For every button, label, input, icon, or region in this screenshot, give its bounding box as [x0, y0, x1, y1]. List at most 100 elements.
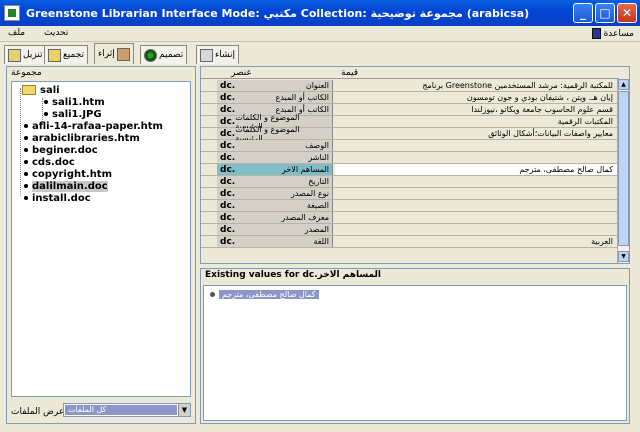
value-cell[interactable]	[335, 140, 617, 151]
download-icon	[8, 48, 21, 62]
value-cell[interactable]	[335, 212, 617, 223]
list-item[interactable]: كمال صالح مصطفى، مترجم	[210, 290, 319, 299]
title-bar: Greenstone Librarian Interface Mode: مكت…	[0, 0, 640, 26]
existing-values-panel: Existing values for dc.المساهم الاخر كما…	[200, 268, 630, 424]
file-filter-select[interactable]: كل الملفات ▼	[63, 403, 191, 417]
element-name: العنوان	[305, 81, 329, 90]
table-row[interactable]: dc. الكاتب أو المبدع إيان هـ. ويتن ، شتيف…	[201, 92, 619, 104]
element-dc: dc.	[220, 140, 236, 151]
column-header-value[interactable]: قيمة	[341, 68, 358, 78]
existing-values-list[interactable]: كمال صالح مصطفى، مترجم	[203, 285, 627, 421]
table-row[interactable]: dc. الصيغة	[201, 200, 619, 212]
file-filter-label: عرض الملفات	[11, 407, 65, 417]
tab-gather[interactable]: تجميع	[44, 45, 89, 64]
table-row[interactable]: dc. التاريخ	[201, 176, 619, 188]
tree-item-file[interactable]: beginer.doc	[24, 144, 98, 156]
menu-file[interactable]: ملف	[8, 28, 25, 38]
table-row[interactable]: dc. الوصف	[201, 140, 619, 152]
tree-item-file[interactable]: cds.doc	[24, 156, 75, 168]
design-gear-icon	[144, 48, 157, 62]
tree-item-label: cds.doc	[32, 156, 75, 168]
tree-item-file[interactable]: sali1.htm	[44, 96, 105, 108]
tab-design[interactable]: تصميم	[140, 45, 188, 64]
value-cell[interactable]: قسم علوم الحاسوب جامعة ويكاتو ،نيوزلندا	[335, 104, 617, 115]
tree-item-file[interactable]: afli-14-rafaa-paper.htm	[24, 120, 163, 132]
column-header-element[interactable]: عنصر	[231, 68, 252, 78]
app-icon	[4, 5, 20, 21]
value-cell[interactable]: برنامج Greenstone للمكتبة الرقمية: مرشد …	[335, 80, 617, 91]
maximize-button[interactable]: □	[595, 3, 615, 23]
element-name: المصدر	[304, 225, 329, 234]
tree-item-file[interactable]: arabiclibraries.htm	[24, 132, 140, 144]
minimize-button[interactable]: _	[573, 3, 593, 23]
menu-update[interactable]: تحديث	[44, 28, 68, 38]
tree-item-file[interactable]: sali1.JPG	[44, 108, 102, 120]
table-row-selected[interactable]: dc. المساهم الاخر كمال صالح مصطفى، مترجم	[201, 164, 619, 176]
element-cell: dc. الكاتب أو المبدع	[217, 92, 333, 103]
existing-value-text: كمال صالح مصطفى، مترجم	[219, 290, 319, 299]
file-icon	[24, 136, 28, 140]
vertical-scrollbar[interactable]: ▲ ▼	[617, 79, 629, 263]
table-row[interactable]: dc. معرف المصدر	[201, 212, 619, 224]
tab-design-label: تصميم	[159, 50, 184, 60]
element-cell: dc. العنوان	[217, 80, 333, 91]
value-cell[interactable]: المكتبات الرقمية	[335, 116, 617, 127]
tree-item-file[interactable]: install.doc	[24, 192, 91, 204]
element-name: الوصف	[305, 141, 329, 150]
close-button[interactable]: ✕	[617, 3, 637, 23]
value-cell[interactable]	[335, 152, 617, 163]
element-name: اللغة	[313, 237, 329, 246]
element-cell: dc. اللغة	[217, 236, 333, 247]
element-cell: dc. المصدر	[217, 224, 333, 235]
tree-item-label: sali	[40, 84, 60, 96]
gather-icon	[48, 48, 61, 62]
tree-item-label: copyright.htm	[32, 168, 113, 180]
chevron-down-icon[interactable]: ▼	[178, 404, 190, 416]
value-cell[interactable]: كمال صالح مصطفى، مترجم	[335, 164, 617, 175]
file-icon	[44, 112, 48, 116]
tab-download[interactable]: تنزيل	[4, 45, 47, 64]
value-cell[interactable]	[335, 200, 617, 211]
value-cell[interactable]: العربية	[335, 236, 617, 247]
value-cell[interactable]	[335, 176, 617, 187]
tree-item-file[interactable]: copyright.htm	[24, 168, 112, 180]
table-row[interactable]: dc. اللغة العربية	[201, 236, 619, 248]
table-row[interactable]: dc. الموضوع و الكلمات الرئيسية معايير واص…	[201, 125, 619, 143]
tree-item-label: sali1.htm	[52, 96, 105, 108]
bullet-icon	[210, 292, 215, 297]
table-row[interactable]: dc. العنوان برنامج Greenstone للمكتبة الر…	[201, 80, 619, 92]
collection-tree[interactable]: sali sali1.htm sali1.JPG afli-14-rafaa-p…	[11, 81, 191, 397]
table-row[interactable]: dc. المصدر	[201, 224, 619, 236]
table-row[interactable]: dc. الناشر	[201, 152, 619, 164]
element-dc: dc.	[220, 224, 236, 235]
element-cell: dc. نوع المصدر	[217, 188, 333, 199]
tree-item-label: arabiclibraries.htm	[32, 132, 140, 144]
scroll-up-icon[interactable]: ▲	[618, 79, 629, 90]
value-cell[interactable]: إيان هـ. ويتن ، شتيفان بودي و جون تومسون	[335, 92, 617, 103]
menu-help[interactable]: مساعدة	[591, 28, 634, 39]
element-cell: dc. الوصف	[217, 140, 333, 151]
tree-item-label: dalilmain.doc	[32, 180, 108, 192]
tab-create[interactable]: إنشاء	[196, 45, 240, 64]
metadata-table: عنصر قيمة dc. العنوان برنامج Greenstone ل…	[200, 66, 630, 264]
element-dc: dc.	[220, 164, 236, 175]
file-icon	[24, 184, 28, 188]
value-cell[interactable]	[335, 224, 617, 235]
tab-bar: تنزيل تجميع إثراء تصميم إنشاء	[0, 42, 640, 64]
element-name: المساهم الاخر	[281, 165, 329, 174]
element-cell: dc. المساهم الاخر	[217, 164, 333, 175]
table-row[interactable]: dc. نوع المصدر	[201, 188, 619, 200]
table-header: عنصر قيمة	[201, 67, 619, 79]
menu-bar: ملف تحديث مساعدة	[0, 26, 640, 42]
value-cell[interactable]	[335, 188, 617, 199]
enrich-icon	[116, 47, 130, 61]
tab-enrich[interactable]: إثراء	[94, 43, 134, 64]
scroll-thumb[interactable]	[618, 91, 629, 246]
element-name: التاريخ	[308, 177, 329, 186]
tab-enrich-label: إثراء	[98, 49, 115, 59]
scroll-down-icon[interactable]: ▼	[618, 251, 629, 262]
tree-item-folder[interactable]: sali	[22, 84, 60, 96]
value-cell[interactable]: معايير واصفات البيانات؛أشكال الوثائق	[335, 128, 617, 139]
tree-item-file-selected[interactable]: dalilmain.doc	[24, 180, 108, 192]
file-icon	[24, 160, 28, 164]
